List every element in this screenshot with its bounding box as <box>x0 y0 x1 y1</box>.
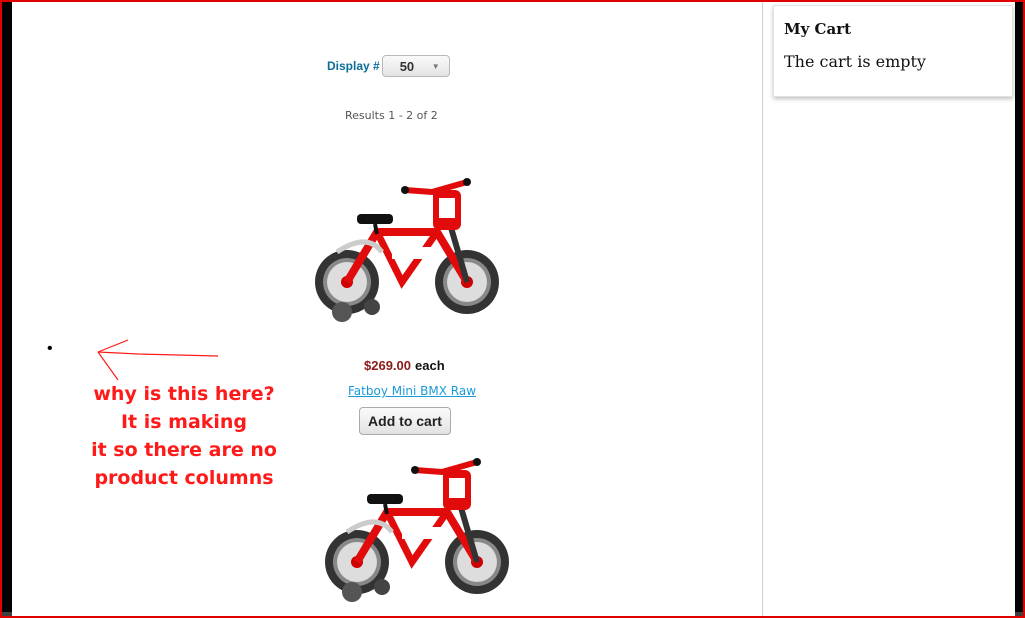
annotation-text: why is this here? It is making it so the… <box>74 380 294 492</box>
red-kids-bike-image <box>325 458 509 602</box>
price-amount: $269.00 <box>364 358 411 373</box>
cart-empty-message: The cart is empty <box>784 52 926 71</box>
display-count-label: Display # <box>327 59 380 73</box>
screenshot-frame: Display # 50 ▼ Results 1 - 2 of 2 $269.0… <box>0 0 1025 618</box>
annotation-arrow-icon <box>97 339 219 381</box>
display-count-value: 50 <box>399 59 415 74</box>
main-content: Display # 50 ▼ Results 1 - 2 of 2 $269.0… <box>12 2 763 616</box>
stray-list-bullet: • <box>47 340 53 357</box>
chevron-down-icon: ▼ <box>431 62 440 71</box>
product-image[interactable] <box>307 172 507 332</box>
cart-module: My Cart The cart is empty <box>773 5 1013 97</box>
results-count: Results 1 - 2 of 2 <box>345 109 438 122</box>
left-window-edge <box>2 2 12 616</box>
annotation-line: product columns <box>94 467 274 489</box>
annotation-line: it so there are no <box>91 439 277 461</box>
annotation-line: why is this here? <box>93 383 275 405</box>
price-suffix: each <box>415 358 445 373</box>
annotation-line: It is making <box>120 411 248 433</box>
display-count-select[interactable]: 50 ▼ <box>381 55 450 77</box>
product-image[interactable] <box>317 452 517 612</box>
display-count-control: Display # 50 ▼ <box>327 55 450 77</box>
sidebar: My Cart The cart is empty <box>763 2 1015 616</box>
product-name-link[interactable]: Fatboy Mini BMX Raw <box>348 384 476 398</box>
product-price: $269.00 each <box>364 358 445 373</box>
cart-title: My Cart <box>784 20 852 38</box>
red-kids-bike-image <box>315 178 499 322</box>
add-to-cart-button[interactable]: Add to cart <box>359 407 451 435</box>
